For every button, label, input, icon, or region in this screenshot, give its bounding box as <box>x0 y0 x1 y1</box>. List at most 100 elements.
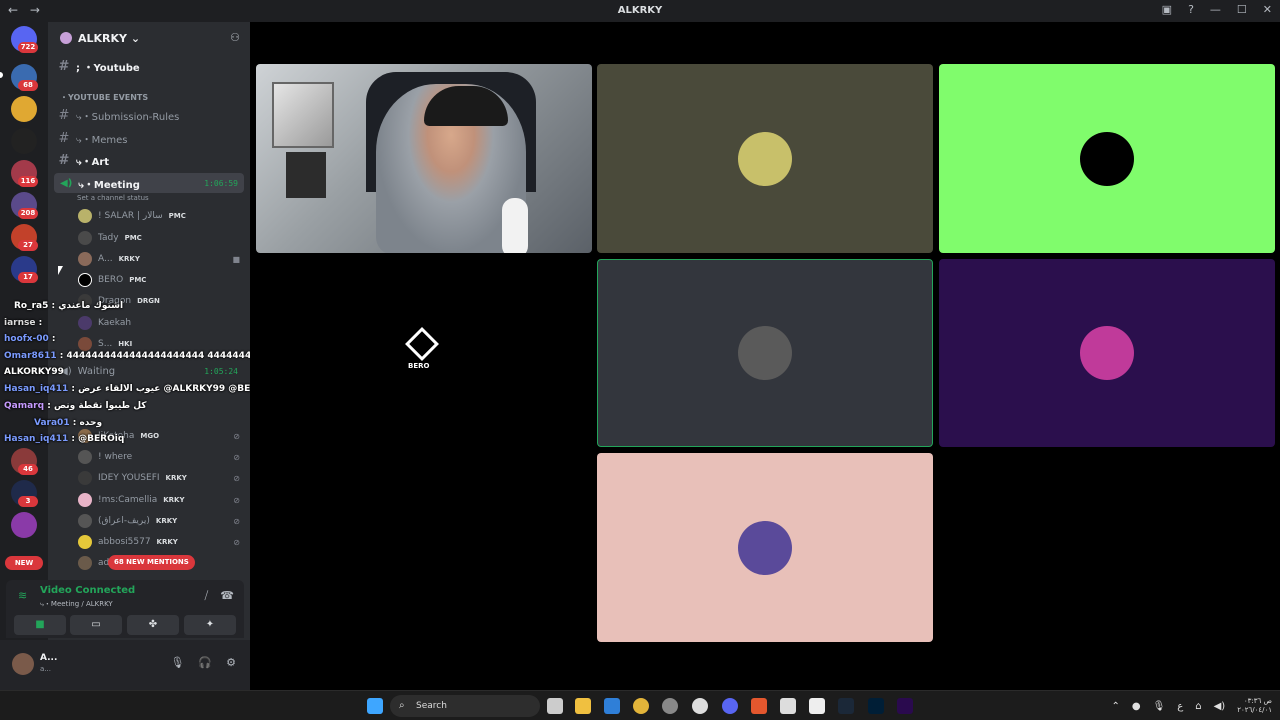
video-tile-webcam[interactable] <box>256 64 592 253</box>
chat-username: hoofx-00 <box>4 334 49 344</box>
help-icon[interactable]: ? <box>1188 3 1194 16</box>
volume-icon[interactable]: ◀) <box>1214 701 1226 712</box>
search-placeholder: Search <box>416 701 447 711</box>
signal-icon[interactable]: ≋ <box>18 589 27 602</box>
voice-channel-meeting[interactable]: ◀) ⤷・Meeting 1:06:59 <box>54 173 244 193</box>
avatar <box>1080 326 1134 380</box>
avatar[interactable] <box>12 653 34 675</box>
avatar <box>738 326 792 380</box>
clock[interactable]: ص ٠٣:٣٦ ٢٠٢٦/٠٤/٠١ <box>1237 697 1272 715</box>
microphone-icon[interactable]: 🎙 <box>170 656 184 669</box>
voice-member[interactable]: (يريف-اعراق) KRKY ⊘ <box>78 512 244 530</box>
chrome-icon[interactable] <box>633 698 649 714</box>
video-tile[interactable] <box>939 64 1275 253</box>
inbox-icon[interactable]: ▣ <box>1162 3 1172 16</box>
search-box[interactable]: ⌕ Search <box>390 695 540 717</box>
channel-art[interactable]: # ⤷・Art <box>56 150 246 170</box>
gear-icon[interactable]: ⚙ <box>226 656 236 669</box>
deafened-icon: ⊘ <box>233 452 240 462</box>
task-view-icon[interactable] <box>547 698 563 714</box>
chevron-up-icon[interactable]: ⌃ <box>1111 701 1119 712</box>
chat-username: Qamarq <box>4 401 45 411</box>
steam-icon[interactable] <box>838 698 854 714</box>
voice-member[interactable]: ! SALAR | سالار PMC <box>78 207 244 225</box>
soundboard-button[interactable]: ✦ <box>184 615 236 635</box>
minimize-button[interactable]: — <box>1210 3 1221 16</box>
video-tile[interactable] <box>597 64 933 253</box>
server-badge: 46 <box>18 464 38 475</box>
category-youtube-events[interactable]: ・YOUTUBE EVENTS <box>60 92 240 103</box>
new-badge[interactable]: NEW <box>5 556 43 570</box>
headphones-icon[interactable]: 🎧 <box>198 656 212 669</box>
video-tile[interactable] <box>939 259 1275 447</box>
mouse-cursor <box>58 266 63 275</box>
user-controls: 🎙 🎧 ⚙ <box>170 656 236 669</box>
server-header[interactable]: ALKRKY ⌄ ⚇ <box>48 22 250 54</box>
avatar <box>78 535 92 549</box>
channel-memes[interactable]: # ⤷・Memes <box>56 128 246 148</box>
maximize-button[interactable]: ☐ <box>1237 3 1247 16</box>
brave-icon[interactable] <box>751 698 767 714</box>
voice-member[interactable]: Tady PMC <box>78 229 244 247</box>
noise-suppression-icon[interactable]: ⧸ <box>205 589 209 603</box>
server-badge: 208 <box>18 208 38 219</box>
deafened-icon: ⊘ <box>233 495 240 505</box>
notepad-icon[interactable] <box>780 698 796 714</box>
microphone <box>502 198 528 253</box>
capcut-icon[interactable] <box>809 698 825 714</box>
username[interactable]: A... <box>40 653 57 663</box>
voice-member[interactable]: IDEY YOUSEFI KRKY ⊘ <box>78 469 244 487</box>
channel-status-hint[interactable]: Set a channel status <box>77 194 149 202</box>
new-mentions-button[interactable]: 68 NEW MENTIONS <box>108 555 195 570</box>
store-icon[interactable] <box>604 698 620 714</box>
camera-icon: ■ <box>232 254 240 264</box>
user-status: a... <box>40 665 51 673</box>
deafened-icon: ⊘ <box>233 473 240 483</box>
member-name: ! where <box>98 452 133 462</box>
windows-start-icon[interactable] <box>367 698 383 714</box>
file-explorer-icon[interactable] <box>575 698 591 714</box>
activities-button[interactable]: ✤ <box>127 615 179 635</box>
unread-pip <box>0 72 3 78</box>
steelseries-icon[interactable] <box>692 698 708 714</box>
server-icon[interactable] <box>11 96 37 122</box>
voice-member[interactable]: A... KRKY ■ <box>78 250 244 268</box>
discord-icon[interactable] <box>722 698 738 714</box>
member-name: Tady <box>98 233 119 243</box>
member-tag: KRKY <box>163 496 185 504</box>
photoshop-icon[interactable] <box>868 698 884 714</box>
voice-member[interactable]: ! where ⊘ <box>78 448 244 466</box>
voice-member[interactable]: abbosi5577 KRKY ⊘ <box>78 533 244 551</box>
premiere-icon[interactable] <box>897 698 913 714</box>
network-icon[interactable]: ⌂ <box>1195 701 1201 712</box>
channel-youtube[interactable]: # ; ・Youtube <box>56 56 246 76</box>
camera-button[interactable]: ■ <box>14 615 66 635</box>
chat-username: Omar8611 <box>4 351 57 361</box>
avatar <box>78 514 92 528</box>
language-icon[interactable]: ع <box>1177 701 1183 712</box>
disconnect-icon[interactable]: ☎ <box>220 589 234 603</box>
app-tray-icon[interactable]: ● <box>1132 701 1141 712</box>
video-tile[interactable] <box>597 453 933 642</box>
server-icon[interactable] <box>11 512 37 538</box>
title-bar: ← → ALKRKY ▣ ? — ☐ ✕ <box>0 0 1280 22</box>
member-tag: KRKY <box>155 517 178 525</box>
video-tile-speaking[interactable] <box>597 259 933 447</box>
connection-status[interactable]: Video Connected <box>40 585 135 596</box>
screenshare-button[interactable]: ▭ <box>70 615 122 635</box>
avatar <box>78 273 92 287</box>
app-icon[interactable] <box>662 698 678 714</box>
connection-location[interactable]: ⤷・Meeting / ALKRKY <box>40 599 113 609</box>
bero-label: BERO <box>408 362 430 370</box>
avatar <box>78 209 92 223</box>
chat-username: iarnse <box>4 318 36 328</box>
voice-member[interactable]: BERO PMC <box>78 271 244 289</box>
server-badge: 68 <box>18 80 38 91</box>
server-icon[interactable] <box>11 128 37 154</box>
microphone-icon[interactable]: 🎙 <box>1153 701 1166 712</box>
voice-member[interactable]: !ms:Camellia KRKY ⊘ <box>78 491 244 509</box>
chat-text: : 4444444444444444444444 4444444444 <box>59 351 270 361</box>
add-member-icon[interactable]: ⚇ <box>230 31 240 44</box>
close-button[interactable]: ✕ <box>1263 3 1272 16</box>
channel-submission-rules[interactable]: # ⤷・Submission-Rules <box>56 105 246 125</box>
